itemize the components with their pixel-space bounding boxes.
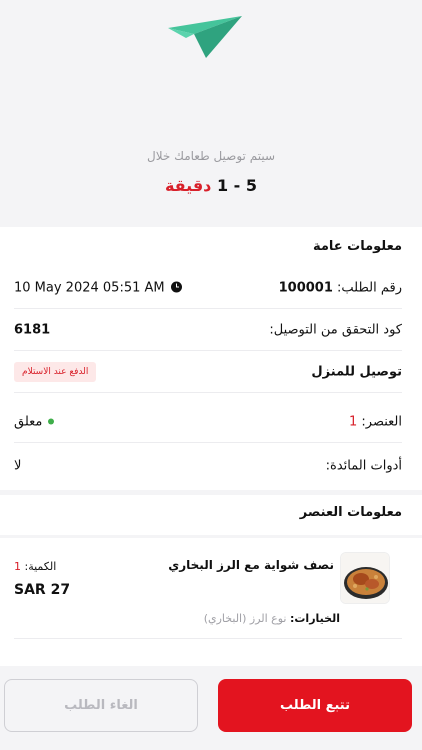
- verification-row: كود التحقق من التوصيل: 6181: [14, 309, 402, 351]
- general-info-title: معلومات عامة: [312, 239, 402, 254]
- action-footer: تتبع الطلب الغاء الطلب: [0, 668, 422, 750]
- item-info-header: معلومات العنصر: [0, 495, 422, 535]
- eta-range: 5 - 1: [216, 176, 258, 195]
- items-count-row: العنصر: 1 معلق: [14, 401, 402, 443]
- options-wrap: الخيارات: نوع الرز (البخاري): [204, 612, 340, 625]
- cancel-order-button[interactable]: الغاء الطلب: [4, 679, 198, 732]
- item-name: نصف شواية مع الرز البخاري: [168, 558, 334, 572]
- item-info-title: معلومات العنصر: [299, 505, 402, 520]
- item-divider: [14, 638, 402, 639]
- food-image: [340, 552, 390, 604]
- items-count-wrap: العنصر: 1: [349, 414, 402, 429]
- payment-badge: الدفع عند الاستلام: [14, 361, 97, 382]
- quantity-value: 1: [14, 560, 21, 573]
- order-number-label: رقم الطلب:: [337, 280, 402, 295]
- cutlery-value: لا: [14, 458, 22, 474]
- items-label: العنصر:: [361, 414, 402, 429]
- cutlery-label: أدوات المائدة:: [325, 458, 402, 474]
- delivery-time-text: سيتم توصيل طعامك خلال: [147, 149, 275, 163]
- status-text: معلق: [14, 414, 43, 429]
- items-count: 1: [348, 414, 358, 429]
- order-time-wrap: 10 May 2024 05:51 AM: [14, 280, 182, 295]
- status-wrap: معلق: [14, 414, 55, 429]
- options-label: الخيارات:: [289, 612, 340, 625]
- options-value: نوع الرز (البخاري): [203, 612, 287, 625]
- cutlery-row: أدوات المائدة: لا: [14, 445, 402, 487]
- delivery-type: توصيل للمنزل: [311, 364, 402, 379]
- order-number: 100001: [278, 280, 333, 295]
- hero-section: سيتم توصيل طعامك خلال 5 - 1 دقيقة: [0, 0, 422, 225]
- order-number-row: رقم الطلب: 100001 10 May 2024 05:51 AM: [14, 267, 402, 309]
- quantity-label: الكمية:: [24, 560, 57, 573]
- clock-icon: [170, 281, 182, 292]
- eta-unit: دقيقة: [164, 176, 212, 195]
- item-price: SAR 27: [14, 582, 71, 598]
- paper-plane-icon: [168, 16, 242, 58]
- delivery-type-row: توصيل للمنزل الدفع عند الاستلام: [14, 351, 402, 393]
- quantity-wrap: الكمية: 1: [14, 560, 56, 573]
- verification-label: كود التحقق من التوصيل:: [269, 322, 402, 337]
- status-dot-icon: [48, 418, 55, 424]
- verification-code: 6181: [14, 322, 51, 337]
- general-info-card: معلومات عامة رقم الطلب: 100001 10 May 20…: [0, 227, 422, 490]
- track-order-button[interactable]: تتبع الطلب: [218, 679, 412, 732]
- order-time: 10 May 2024 05:51 AM: [14, 280, 165, 295]
- item-card: نصف شواية مع الرز البخاري الكمية: 1 SAR …: [0, 538, 422, 666]
- eta-value: 5 - 1 دقيقة: [0, 176, 422, 195]
- order-number-label-wrap: رقم الطلب: 100001: [279, 280, 402, 295]
